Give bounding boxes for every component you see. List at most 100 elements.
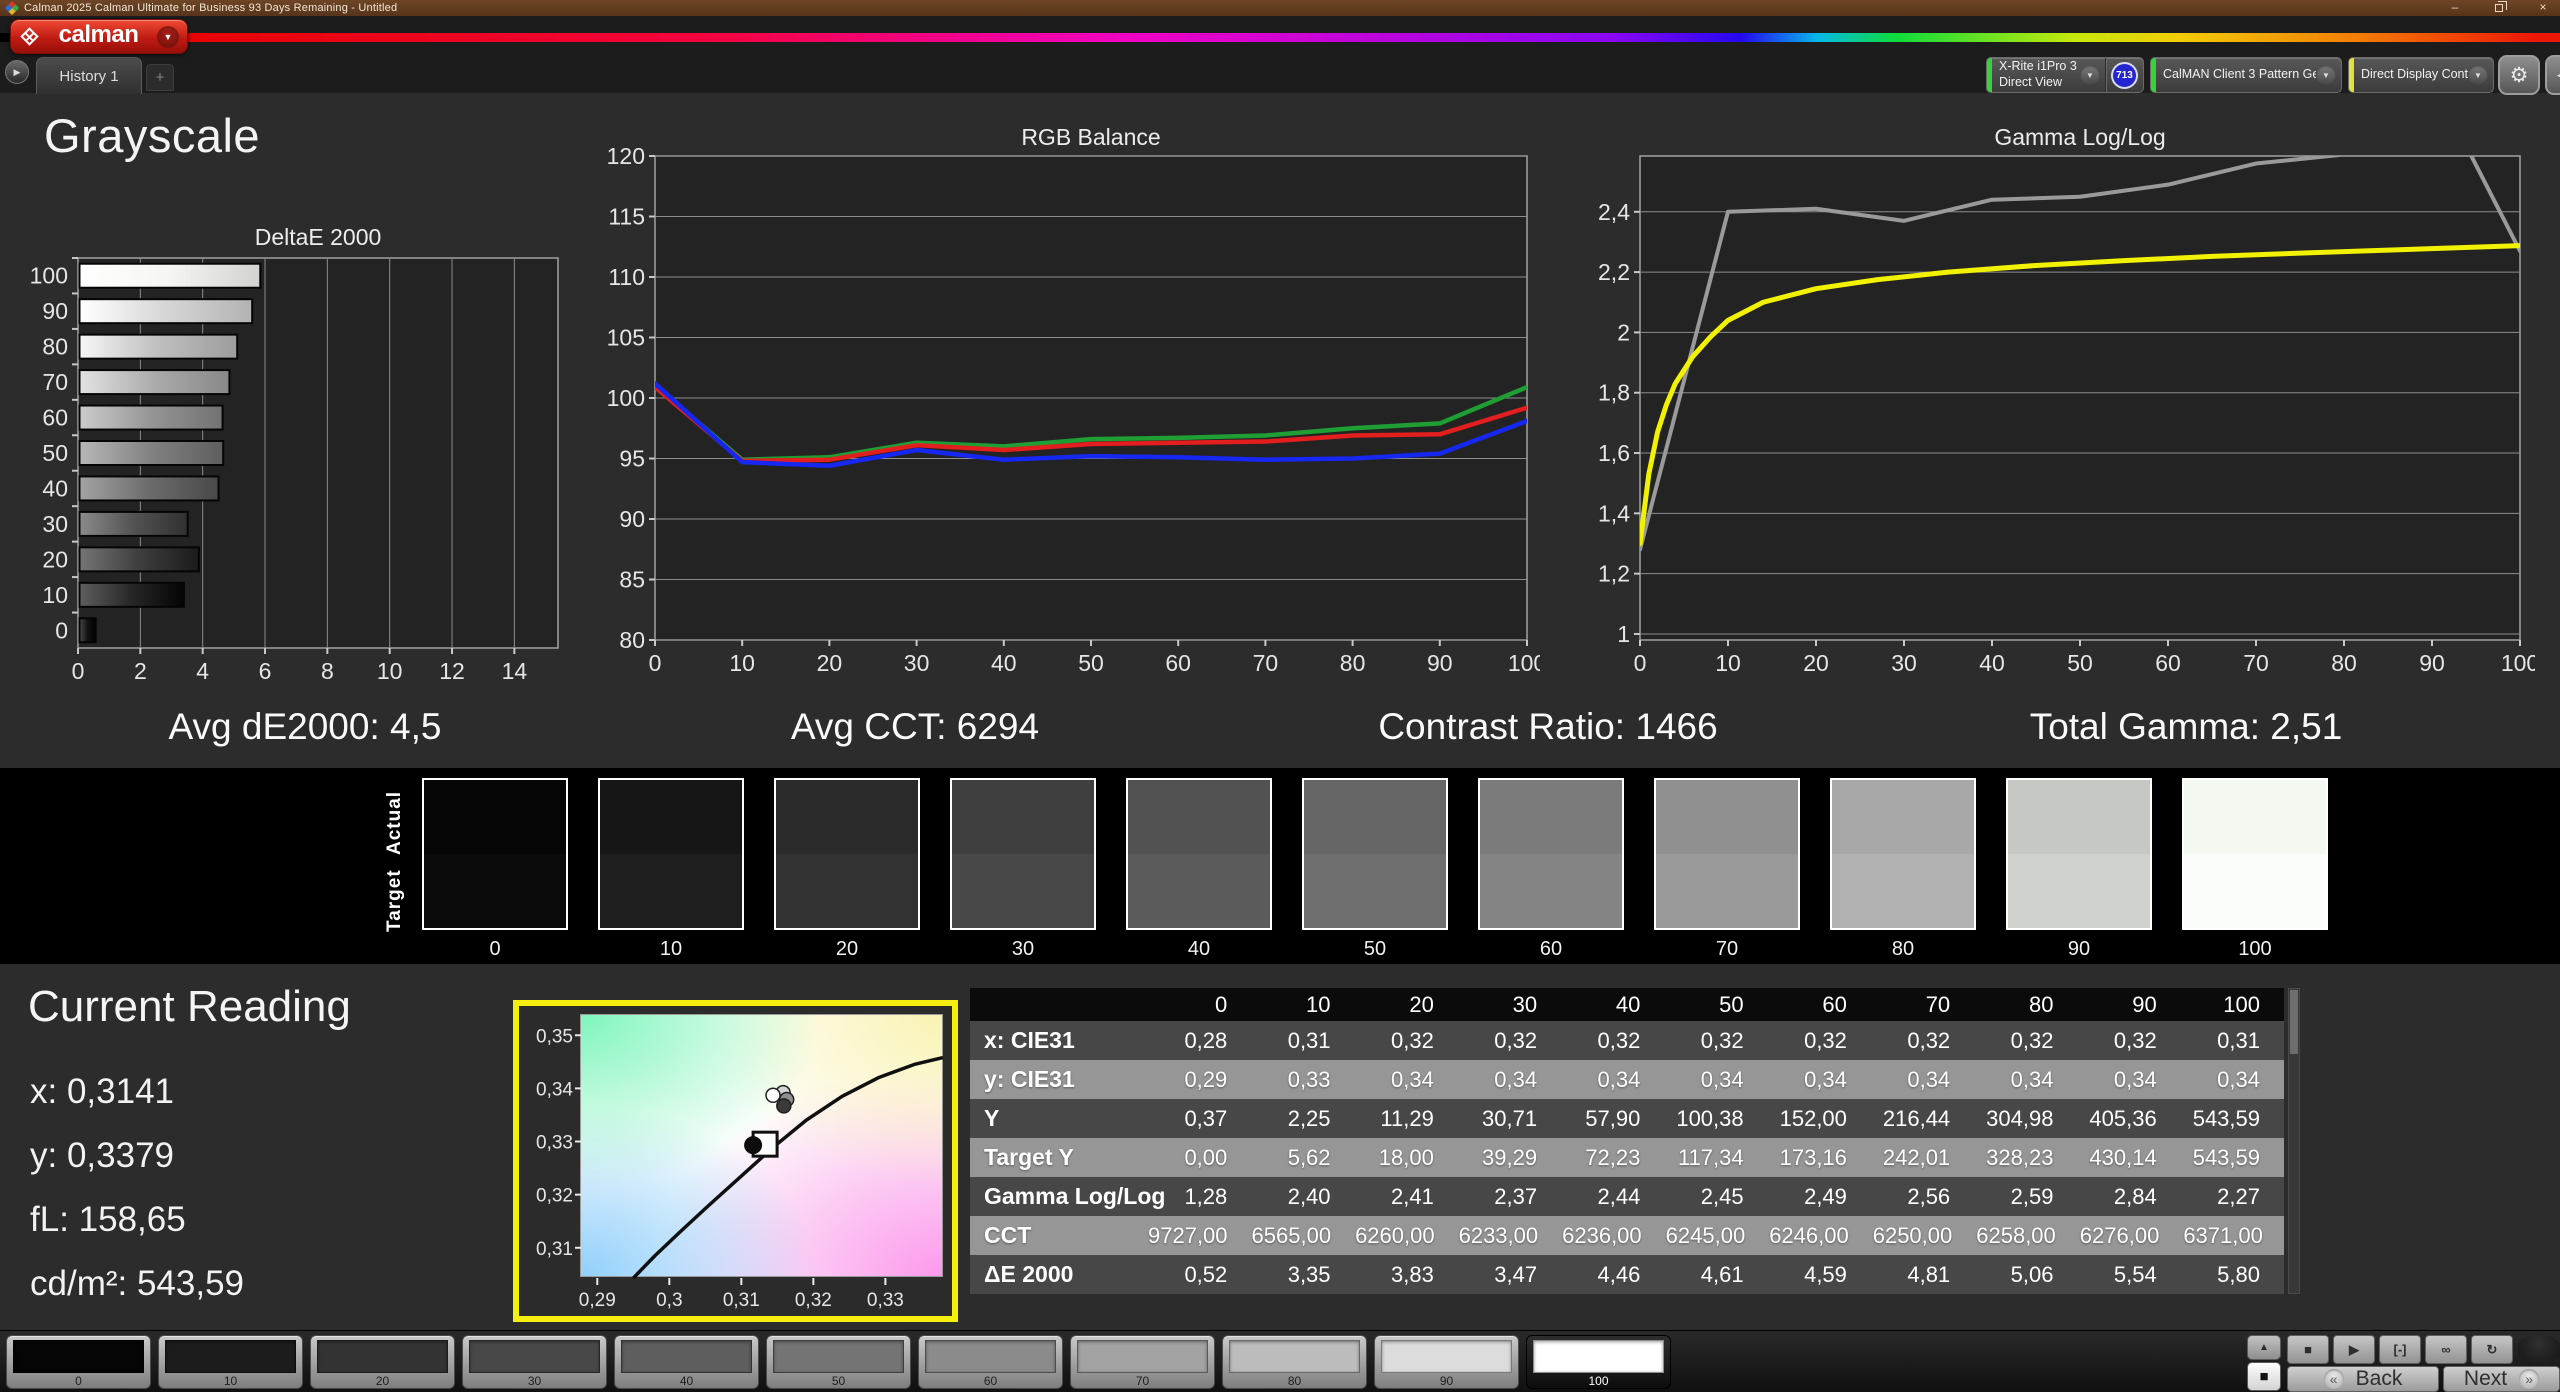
scrollbar-thumb[interactable] — [2290, 990, 2298, 1054]
svg-text:14: 14 — [502, 658, 528, 684]
table-cell: 11,29 — [1380, 1105, 1434, 1131]
svg-text:0,34: 0,34 — [536, 1079, 573, 1100]
tab-history-1[interactable]: History 1 — [36, 57, 142, 94]
table-cell: 4,61 — [1700, 1261, 1744, 1287]
table-cell: 2,56 — [1907, 1183, 1951, 1209]
layout-expand-button[interactable]: ▶ — [5, 60, 29, 84]
reading-y: y: 0,3379 — [30, 1136, 174, 1175]
grayscale-swatch-strip: Actual Target 0 10 20 30 40 50 60 70 80 90 100 — [0, 768, 2560, 964]
svg-text:105: 105 — [607, 325, 645, 351]
svg-text:12: 12 — [439, 658, 465, 684]
pattern-step-0[interactable]: 0 — [6, 1335, 151, 1389]
pattern-step-10[interactable]: 10 — [158, 1335, 303, 1389]
refresh-button[interactable]: ↻ — [2471, 1335, 2513, 1364]
pattern-step-bar: ▲ ■ « Back Next » 0 10 20 30 40 50 60 70 80 90 100… — [0, 1330, 2560, 1392]
minimize-button[interactable]: – — [2448, 1, 2462, 15]
close-button[interactable]: × — [2536, 1, 2550, 15]
pattern-step-60[interactable]: 60 — [918, 1335, 1063, 1389]
table-cell: 2,84 — [2113, 1183, 2157, 1209]
display-control-dropdown[interactable]: Direct Display Control ▼ — [2348, 57, 2494, 93]
table-row: x: CIE31 0,28 0,31 0,32 0,32 0,32 0,32 0,32 0,32… — [970, 1021, 2284, 1060]
table-header-cell: 20 — [1409, 991, 1434, 1017]
grayscale-swatch-90: 90 — [2006, 778, 2152, 961]
svg-text:90: 90 — [42, 298, 68, 324]
expand-steps-button[interactable]: ▲ — [2247, 1335, 2281, 1360]
calman-logo-text: calman — [58, 21, 139, 48]
stat-contrast-ratio: Contrast Ratio: 1466 — [1378, 706, 1718, 747]
grayscale-swatch-20: 20 — [774, 778, 920, 961]
table-cell: 6565,00 — [1251, 1222, 1332, 1248]
table-cell: 0,34 — [2217, 1066, 2260, 1092]
stat-avg-cct: Avg CCT: 6294 — [790, 706, 1040, 747]
table-scrollbar[interactable] — [2288, 988, 2300, 1294]
table-cell: 543,59 — [2192, 1144, 2260, 1170]
table-cell: 543,59 — [2192, 1105, 2260, 1131]
reading-x: x: 0,3141 — [30, 1072, 174, 1111]
svg-text:115: 115 — [608, 204, 645, 230]
table-cell: 39,29 — [1482, 1144, 1538, 1170]
svg-text:100: 100 — [1508, 650, 1540, 676]
collapse-panel-button[interactable]: ◀ — [2545, 55, 2560, 95]
pattern-window-button[interactable]: ■ — [2247, 1362, 2281, 1391]
table-row-label: x: CIE31 — [984, 1027, 1075, 1053]
meter-badge: 713 — [2111, 61, 2138, 89]
pattern-step-20[interactable]: 20 — [310, 1335, 455, 1389]
restore-button[interactable] — [2492, 1, 2507, 15]
calman-menu-button[interactable]: calman ▼ — [10, 19, 188, 54]
chevron-down-icon: ▼ — [157, 25, 179, 48]
current-reading-title: Current Reading — [28, 982, 351, 1031]
table-cell: 328,23 — [1986, 1144, 2054, 1170]
table-cell: 6250,00 — [1872, 1222, 1953, 1248]
step-button[interactable]: [-] — [2379, 1335, 2421, 1364]
table-cell: 5,54 — [2113, 1261, 2157, 1287]
pattern-step-100[interactable]: 100 — [1526, 1335, 1671, 1389]
back-button[interactable]: « Back — [2287, 1366, 2439, 1392]
svg-text:0: 0 — [55, 617, 68, 643]
play-button[interactable]: ▶ — [2333, 1335, 2375, 1364]
chevron-down-icon: ▼ — [2080, 65, 2100, 85]
table-cell: 0,32 — [1390, 1027, 1434, 1053]
pattern-step-50[interactable]: 50 — [766, 1335, 911, 1389]
meter-dropdown[interactable]: X-Rite i1Pro 3 Direct View ▼ 713 — [1986, 57, 2144, 93]
header-band: calman ▼ ▶ History 1 + X-Rite i1Pro 3 Di… — [0, 16, 2560, 95]
next-button[interactable]: Next » — [2443, 1366, 2560, 1392]
table-header-cell: 30 — [1512, 991, 1538, 1017]
table-cell: 18,00 — [1378, 1144, 1434, 1170]
settings-button[interactable]: ⚙ — [2498, 55, 2540, 95]
table-cell: 6276,00 — [2079, 1222, 2160, 1248]
svg-text:95: 95 — [619, 446, 645, 472]
add-tab-button[interactable]: + — [146, 64, 174, 91]
table-cell: 4,59 — [1804, 1261, 1847, 1287]
table-cell: 5,80 — [2217, 1261, 2260, 1287]
svg-text:10: 10 — [1715, 650, 1741, 676]
svg-text:0: 0 — [1634, 650, 1647, 676]
back-button-label: Back — [2355, 1367, 2403, 1390]
svg-text:RGB Balance: RGB Balance — [1021, 128, 1160, 150]
table-cell: 2,37 — [1494, 1183, 1538, 1209]
table-cell: 6246,00 — [1769, 1222, 1849, 1248]
stop-button[interactable]: ■ — [2287, 1335, 2329, 1364]
table-cell: 2,25 — [1287, 1105, 1331, 1131]
pattern-step-30[interactable]: 30 — [462, 1335, 607, 1389]
svg-text:85: 85 — [619, 567, 645, 593]
pattern-step-40[interactable]: 40 — [614, 1335, 759, 1389]
pattern-step-90[interactable]: 90 — [1374, 1335, 1519, 1389]
table-row-label: Target Y — [984, 1144, 1074, 1170]
pattern-step-70[interactable]: 70 — [1070, 1335, 1215, 1389]
table-header-cell: 40 — [1615, 991, 1641, 1017]
grayscale-swatch-100: 100 — [2182, 778, 2328, 961]
table-cell: 0,32 — [1700, 1027, 1744, 1053]
svg-text:20: 20 — [817, 650, 843, 676]
page-title: Grayscale — [44, 109, 261, 162]
table-cell: 0,32 — [1804, 1027, 1847, 1053]
table-cell: 1,28 — [1184, 1183, 1228, 1209]
svg-text:0,29: 0,29 — [579, 1290, 616, 1311]
svg-text:60: 60 — [2155, 650, 2181, 676]
pattern-label: CalMAN Client 3 Pattern Generator — [2163, 67, 2316, 82]
loop-button[interactable]: ∞ — [2425, 1335, 2467, 1364]
table-cell: 0,34 — [1597, 1066, 1641, 1092]
pattern-generator-dropdown[interactable]: CalMAN Client 3 Pattern Generator ▼ — [2150, 57, 2342, 93]
grayscale-swatch-70: 70 — [1654, 778, 1800, 961]
svg-text:80: 80 — [619, 627, 645, 653]
pattern-step-80[interactable]: 80 — [1222, 1335, 1367, 1389]
